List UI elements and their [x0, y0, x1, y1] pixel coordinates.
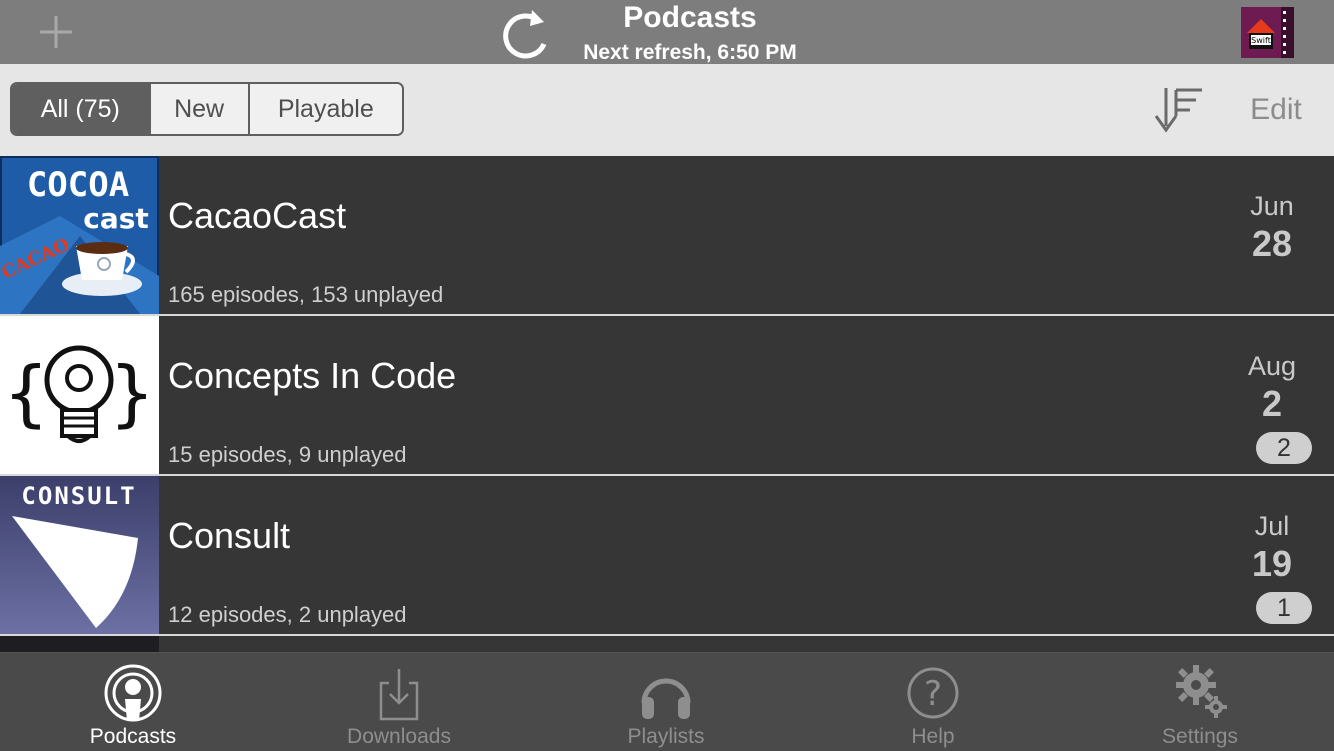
podcast-date-month: Jul	[1254, 511, 1290, 541]
tab-help[interactable]: ? Help	[800, 653, 1066, 751]
podcast-list: COCOA cast CACAO CacaoCast 165 episodes,…	[0, 156, 1334, 652]
tab-label: Settings	[1162, 725, 1238, 748]
svg-text:}: }	[109, 351, 155, 435]
tab-bar: Podcasts Downloads Playlists ? Help Sett…	[0, 652, 1334, 751]
podcast-row[interactable]: COCOA cast CACAO CacaoCast 165 episodes,…	[0, 156, 1334, 316]
svg-text:{: {	[3, 351, 49, 435]
gear-icon	[1176, 665, 1227, 718]
consult-text: CONSULT	[21, 482, 136, 510]
filter-segmented-control: All (75) New Playable	[10, 82, 404, 136]
edit-button[interactable]: Edit	[1236, 90, 1316, 130]
sort-button[interactable]	[1152, 86, 1206, 136]
svg-text:?: ?	[924, 674, 942, 714]
tab-label: Podcasts	[89, 725, 177, 748]
next-refresh-label: Next refresh, 6:50 PM	[583, 41, 797, 64]
navigation-bar: Podcasts Next refresh, 6:50 PM Swift	[0, 0, 1334, 64]
podcast-row[interactable]: CONSULT Consult 12 episodes, 2 unplayed …	[0, 476, 1334, 636]
tab-label: Downloads	[347, 725, 451, 748]
tab-label: Help	[911, 725, 955, 748]
plus-icon	[40, 16, 72, 48]
segment-playable[interactable]: Playable	[247, 84, 402, 134]
podcast-date-month: Jun	[1250, 191, 1294, 221]
tab-downloads[interactable]: Downloads	[266, 653, 532, 751]
segment-new[interactable]: New	[148, 84, 248, 134]
podcast-date-day: 19	[1251, 543, 1293, 584]
podcast-episode-count: 12 episodes, 2 unplayed	[168, 602, 407, 627]
consult-artwork: CONSULT	[0, 476, 159, 634]
headphones-icon	[641, 678, 691, 719]
concepts-in-code-artwork: { }	[0, 316, 159, 474]
tab-podcasts[interactable]: Podcasts	[0, 653, 266, 751]
download-icon	[379, 669, 419, 721]
podcast-row-partial[interactable]	[0, 636, 1334, 652]
cacao-top-text: COCOA	[27, 165, 129, 205]
podcast-episode-count: 15 episodes, 9 unplayed	[168, 442, 407, 467]
unplayed-badge: 2	[1256, 432, 1312, 464]
podcast-episode-count: 165 episodes, 153 unplayed	[168, 282, 444, 307]
podcast-date-month: Aug	[1247, 351, 1297, 381]
tab-playlists[interactable]: Playlists	[533, 653, 799, 751]
segment-all[interactable]: All (75)	[12, 84, 149, 134]
avatar[interactable]: Swift	[1241, 7, 1294, 58]
avatar-text: Swift	[1251, 36, 1271, 45]
tab-settings[interactable]: Settings	[1067, 653, 1333, 751]
podcast-date-day: 2	[1261, 383, 1283, 424]
unplayed-badge: 1	[1256, 592, 1312, 624]
filter-bar: All (75) New Playable Edit	[0, 64, 1334, 156]
swift-logo-icon: Swift	[1241, 7, 1294, 58]
podcast-icon	[104, 664, 162, 722]
cacao-mid-text: cast	[83, 202, 149, 235]
tab-label: Playlists	[627, 725, 705, 748]
podcast-date-day: 28	[1251, 223, 1293, 264]
page-title: Podcasts	[623, 1, 757, 34]
add-podcast-button[interactable]	[36, 12, 76, 52]
podcast-title: Concepts In Code	[168, 355, 457, 396]
partial-artwork	[0, 636, 159, 652]
help-icon: ?	[907, 667, 959, 719]
podcast-row[interactable]: { } Concepts In Code 15 episodes, 9 unpl…	[0, 316, 1334, 476]
cacaocast-artwork: COCOA cast CACAO	[0, 156, 159, 314]
sort-icon	[1154, 88, 1202, 133]
podcast-title: Consult	[168, 515, 291, 556]
podcast-title: CacaoCast	[168, 195, 347, 236]
